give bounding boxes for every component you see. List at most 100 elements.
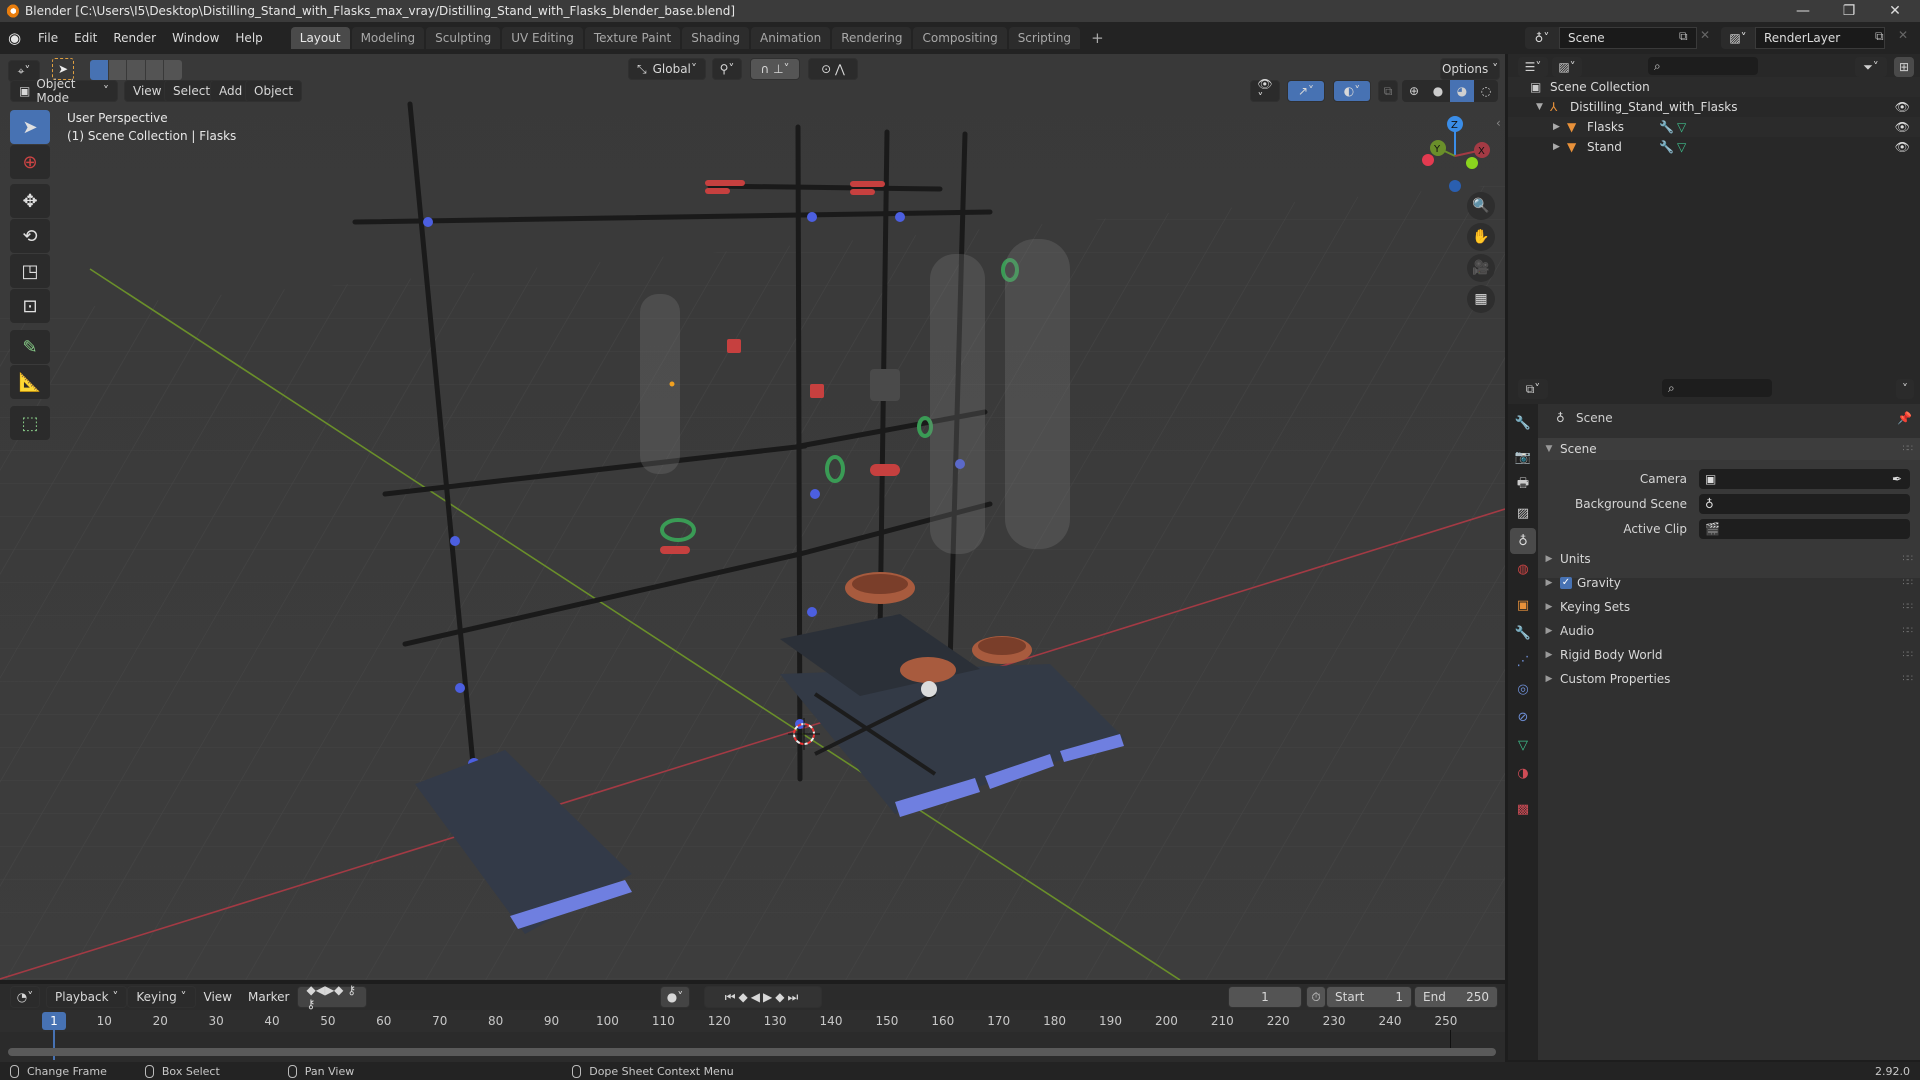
scene-name-field[interactable]: Scene [1559, 27, 1697, 49]
object-menu[interactable]: Object [245, 80, 303, 102]
select-extend-icon[interactable] [108, 60, 127, 80]
outliner-object-stand[interactable]: ▶ ▼ Stand 🔧 ▽ 👁 [1508, 137, 1920, 157]
drag-grip-icon[interactable]: ∷∷ [1903, 626, 1914, 636]
menu-window[interactable]: Window [164, 27, 227, 49]
transform-tool[interactable]: ⊡ [10, 289, 50, 323]
editor-type-button[interactable]: ⌖˅ [8, 60, 40, 82]
tab-sculpting[interactable]: Sculpting [426, 27, 501, 49]
start-frame-field[interactable]: Start 1 [1326, 986, 1412, 1008]
properties-editor-type[interactable]: ⧉˅ [1518, 379, 1548, 399]
scale-tool[interactable]: ◳ [10, 254, 50, 288]
drag-grip-icon[interactable]: ∷∷ [1903, 674, 1914, 684]
tab-layout[interactable]: Layout [290, 27, 350, 49]
marker-menu[interactable]: Marker [240, 986, 297, 1008]
modifier-wrench-icon[interactable]: 🔧 [1659, 140, 1677, 154]
drag-grip-icon[interactable]: ∷∷ [1903, 650, 1914, 660]
expand-triangle-icon[interactable]: ▶ [1553, 122, 1567, 132]
pan-view-icon[interactable]: ✋ [1467, 223, 1495, 251]
tab-texture-paint[interactable]: Texture Paint [584, 27, 681, 49]
timeline-view-menu[interactable]: View [196, 986, 240, 1008]
pin-icon[interactable]: 📌 [1897, 411, 1912, 425]
move-tool[interactable]: ✥ [10, 184, 50, 218]
ortho-toggle-icon[interactable]: ▦ [1467, 285, 1495, 313]
gizmo-neg-x[interactable] [1422, 154, 1434, 166]
menu-edit[interactable]: Edit [66, 27, 105, 49]
xray-toggle[interactable]: ⧉ [1378, 80, 1398, 102]
add-cube-tool[interactable]: ⬚ [10, 406, 50, 440]
outliner-filter-icon[interactable]: ⏷˅ [1855, 57, 1887, 77]
select-subtract-icon[interactable] [127, 60, 145, 80]
keyframe-buttons[interactable]: ◆◀▶◆ ⚷ ⚷ [297, 983, 368, 1011]
visibility-eye-icon[interactable]: 👁 [1895, 100, 1910, 114]
drag-grip-icon[interactable]: ∷∷ [1903, 444, 1914, 454]
camera-field[interactable]: ▣ ✒ [1699, 469, 1910, 489]
tab-rendering[interactable]: Rendering [832, 27, 912, 49]
navigation-gizmo[interactable]: Z Y X [1410, 104, 1505, 244]
outliner-display-mode[interactable]: ☰˅ [1518, 57, 1548, 77]
sidebar-toggle-icon[interactable]: ‹ [1496, 116, 1501, 130]
gravity-panel[interactable]: ▶ ✓ Gravity ∷∷ [1538, 572, 1920, 594]
tab-animation[interactable]: Animation [751, 27, 831, 49]
playback-controls[interactable]: ⏮◆◀▶◆⏭ [704, 986, 822, 1008]
close-button[interactable]: ✕ [1872, 0, 1918, 22]
rigid-body-world-panel[interactable]: ▶ Rigid Body World ∷∷ [1538, 644, 1920, 666]
drag-grip-icon[interactable]: ∷∷ [1903, 554, 1914, 564]
select-invert-icon[interactable] [145, 60, 164, 80]
annotate-tool[interactable]: ✎ [10, 330, 50, 364]
world-tab-icon[interactable]: ◍ [1510, 556, 1536, 582]
measure-tool[interactable]: 📐 [10, 365, 50, 399]
select-box-tool[interactable]: ➤ [10, 110, 50, 144]
rotate-tool[interactable]: ⟲ [10, 219, 50, 253]
maximize-button[interactable]: ❐ [1826, 0, 1872, 22]
scene-selector-icon[interactable]: ♁˅ [1525, 27, 1559, 49]
new-scene-icon[interactable]: ⧉ [1679, 29, 1688, 44]
cursor-tool[interactable]: ⊕ [10, 145, 50, 179]
keying-menu[interactable]: Keying ˅ [127, 986, 196, 1008]
tab-shading[interactable]: Shading [682, 27, 749, 49]
gizmo-toggle[interactable]: ↗˅ [1287, 80, 1325, 102]
tab-modeling[interactable]: Modeling [351, 27, 425, 49]
menu-help[interactable]: Help [227, 27, 270, 49]
remove-view-layer-icon[interactable]: ✕ [1898, 28, 1908, 42]
properties-search-input[interactable]: ⌕ [1662, 379, 1772, 397]
eyedropper-icon[interactable]: ✒ [1892, 472, 1902, 486]
constraints-tab-icon[interactable]: ⊘ [1510, 704, 1536, 730]
object-tab-icon[interactable]: ▣ [1510, 592, 1536, 618]
tool-tab-icon[interactable]: 🔧 [1510, 410, 1536, 436]
timeline-scrollbar[interactable] [8, 1048, 1496, 1056]
collapse-triangle-icon[interactable]: ▼ [1536, 102, 1550, 112]
use-preview-range-icon[interactable]: ⏱ [1306, 986, 1326, 1008]
new-collection-icon[interactable]: ⊞ [1894, 57, 1914, 77]
visibility-eye-icon[interactable]: 👁 [1895, 120, 1910, 134]
drag-grip-icon[interactable]: ∷∷ [1903, 578, 1914, 588]
render-tab-icon[interactable]: 📷 [1510, 444, 1536, 470]
transform-orientation-dropdown[interactable]: ⤡ Global ˅ [628, 58, 706, 80]
modifier-wrench-icon[interactable]: 🔧 [1659, 120, 1677, 134]
minimize-button[interactable]: — [1780, 0, 1826, 22]
scene-tab-icon[interactable]: ♁ [1510, 528, 1536, 554]
mode-dropdown[interactable]: ▣ Object Mode ˅ [10, 77, 118, 105]
outliner-collection-row[interactable]: ▼ ⅄ Distilling_Stand_with_Flasks 👁 [1508, 97, 1920, 117]
gravity-checkbox[interactable]: ✓ [1560, 577, 1572, 589]
texture-tab-icon[interactable]: ▩ [1510, 796, 1536, 822]
visibility-dropdown[interactable]: 👁˅ [1250, 77, 1280, 105]
options-dropdown[interactable]: Options ˅ [1440, 58, 1500, 80]
zoom-view-icon[interactable]: 🔍 [1467, 192, 1495, 220]
modifier-tab-icon[interactable]: 🔧 [1510, 620, 1536, 646]
menu-file[interactable]: File [30, 27, 66, 49]
proportional-edit-toggle[interactable]: ⊙ ⋀ [808, 58, 858, 80]
mesh-data-icon[interactable]: ▽ [1677, 140, 1686, 154]
playhead-frame[interactable]: 1 [42, 1012, 66, 1030]
view-layer-tab-icon[interactable]: ▨ [1510, 500, 1536, 526]
camera-view-icon[interactable]: 🎥 [1467, 254, 1495, 282]
current-frame-field[interactable]: 1 [1228, 986, 1302, 1008]
3d-viewport[interactable]: ⌖˅ ➤ ⤡ Global ˅ ⚲˅ ∩ ⊥˅ ⊙ ⋀ Options ˅ ▣ Obj… [0, 54, 1505, 980]
custom-properties-panel[interactable]: ▶ Custom Properties ∷∷ [1538, 668, 1920, 690]
output-tab-icon[interactable]: 🖶 [1510, 472, 1536, 498]
material-preview-icon[interactable]: ◕ [1450, 80, 1474, 102]
active-clip-field[interactable]: 🎬 [1699, 519, 1910, 539]
expand-triangle-icon[interactable]: ▶ [1553, 142, 1567, 152]
physics-tab-icon[interactable]: ◎ [1510, 676, 1536, 702]
pivot-point-dropdown[interactable]: ⚲˅ [712, 58, 742, 80]
playback-menu[interactable]: Playback ˅ [46, 986, 128, 1008]
